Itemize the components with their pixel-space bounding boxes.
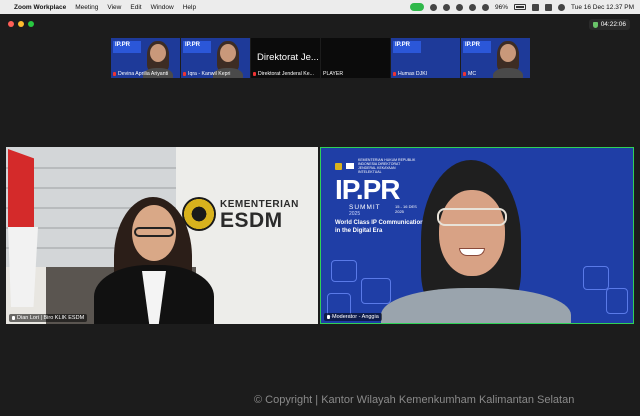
participant-name: Direktorat Jenderal Ke... xyxy=(258,71,314,77)
menu-meeting[interactable]: Meeting xyxy=(75,4,98,11)
minimize-window-button[interactable] xyxy=(18,21,24,27)
speaker-video-right[interactable]: KEMENTERIAN HUKUM REPUBLIK INDONESIA DIR… xyxy=(320,147,634,324)
tray-app-icon[interactable] xyxy=(429,3,437,11)
wifi-icon[interactable] xyxy=(481,3,489,11)
event-banner-thumbnail xyxy=(393,41,421,53)
event-tagline-line2: in the Digital Era xyxy=(335,228,383,234)
participant-body xyxy=(493,68,523,78)
meeting-elapsed-time: 04:22:06 xyxy=(600,21,626,28)
participant-gallery-strip: Devina Aprilia Ariyanti Iqra - Kanwil Ke… xyxy=(111,38,530,78)
participant-face xyxy=(220,44,236,62)
meeting-timer[interactable]: 04:22:06 xyxy=(588,19,630,30)
event-dates: 15 - 16 DES 2025 xyxy=(395,204,417,214)
participant-name: Devina Aprilia Ariyanti xyxy=(118,71,169,77)
menu-app-name[interactable]: Zoom Workplace xyxy=(14,4,66,11)
participant-name-label: MC xyxy=(463,71,476,77)
participant-name-label: Direktorat Jenderal Ke... xyxy=(253,71,314,77)
participant-face xyxy=(150,44,166,62)
menu-view[interactable]: View xyxy=(107,4,121,11)
tray-app-icon[interactable] xyxy=(468,3,476,11)
menubar-tray: 96% Tue 16 Dec 12.37 PM xyxy=(409,3,634,11)
speaker-video-left[interactable]: KEMENTERIAN ESDM Dian Lori | Biro KLIK E… xyxy=(6,147,318,324)
ministry-badge-text: KEMENTERIAN HUKUM REPUBLIK INDONESIA DIR… xyxy=(358,158,416,174)
mic-muted-icon xyxy=(393,72,396,76)
event-banner-thumbnail xyxy=(463,41,491,53)
siri-icon[interactable] xyxy=(558,3,565,11)
esdm-logo-line2: ESDM xyxy=(220,209,283,232)
participant-tile[interactable]: Iqra - Kanwil Kepri xyxy=(181,38,250,78)
mic-icon xyxy=(12,316,15,320)
participant-name-label: Humas DJKI xyxy=(393,71,427,77)
battery-icon[interactable] xyxy=(514,4,526,10)
close-window-button[interactable] xyxy=(8,21,14,27)
mic-icon xyxy=(327,315,330,319)
tray-app-icon[interactable] xyxy=(455,3,463,11)
esdm-logo-icon xyxy=(182,197,216,231)
event-year: 2025 xyxy=(349,211,361,217)
search-icon[interactable] xyxy=(532,3,539,11)
participant-name-label: Iqra - Kanwil Kepri xyxy=(183,71,230,77)
participant-face xyxy=(500,44,516,62)
menu-edit[interactable]: Edit xyxy=(130,4,141,11)
ministry-emblem-icon xyxy=(335,162,342,170)
mic-muted-icon xyxy=(113,72,116,76)
participant-tile[interactable]: Direktorat Je... Direktorat Jenderal Ke.… xyxy=(251,38,320,78)
event-tagline-line1: World Class IP Communication xyxy=(335,220,424,226)
fullscreen-window-button[interactable] xyxy=(28,21,34,27)
participant-name: Iqra - Kanwil Kepri xyxy=(188,71,231,77)
participant-name-label: PLAYER xyxy=(323,71,343,77)
menu-window[interactable]: Window xyxy=(151,4,174,11)
participant-tile[interactable]: Devina Aprilia Ariyanti xyxy=(111,38,180,78)
participant-name: MC xyxy=(468,71,477,77)
zoom-meeting-window: 04:22:06 Devina Aprilia Ariyanti Iqra - … xyxy=(0,14,640,416)
control-center-icon[interactable] xyxy=(545,3,552,11)
speaker-stage: KEMENTERIAN ESDM Dian Lori | Biro KLIK E… xyxy=(6,147,634,324)
battery-percent: 96% xyxy=(494,3,508,11)
menubar-clock[interactable]: Tue 16 Dec 12.37 PM xyxy=(571,4,634,11)
window-titlebar: 04:22:06 xyxy=(0,14,640,34)
mic-muted-icon xyxy=(253,72,256,76)
speaker-name-label: Dian Lori | Biro KLIK ESDM xyxy=(9,314,88,322)
ministry-badge: KEMENTERIAN HUKUM REPUBLIK INDONESIA DIR… xyxy=(335,158,418,174)
copyright-watermark: © Copyright | Kantor Wilayah Kemenkumham… xyxy=(254,394,575,406)
speaker-name: Dian Lori | Biro KLIK ESDM xyxy=(17,315,85,321)
speaker-name: Moderator - Anggia xyxy=(332,314,379,320)
participant-name: PLAYER xyxy=(323,71,344,77)
indonesian-flag xyxy=(6,147,48,307)
event-banner-thumbnail xyxy=(183,41,211,53)
tray-app-icon[interactable] xyxy=(442,3,450,11)
participant-tile[interactable]: Humas DJKI xyxy=(391,38,460,78)
participant-tile[interactable]: MC xyxy=(461,38,530,78)
speaker-name-label: Moderator - Anggia xyxy=(324,313,382,321)
djki-logo-icon xyxy=(346,163,354,169)
participant-name: Humas DJKI xyxy=(398,71,428,77)
participant-display-name: Direktorat Je... xyxy=(257,52,319,63)
mic-muted-icon xyxy=(463,72,466,76)
encryption-shield-icon xyxy=(592,21,598,28)
macos-menubar: Zoom Workplace Meeting View Edit Window … xyxy=(0,0,640,14)
participant-name-label: Devina Aprilia Ariyanti xyxy=(113,71,168,77)
event-subtitle: SUMMIT xyxy=(349,204,381,211)
zoom-camera-indicator-icon[interactable] xyxy=(409,3,424,11)
event-title: IP.PR xyxy=(335,174,401,205)
mic-muted-icon xyxy=(183,72,186,76)
event-banner-thumbnail xyxy=(113,41,141,53)
menu-help[interactable]: Help xyxy=(183,4,196,11)
participant-tile[interactable]: PLAYER xyxy=(321,38,390,78)
